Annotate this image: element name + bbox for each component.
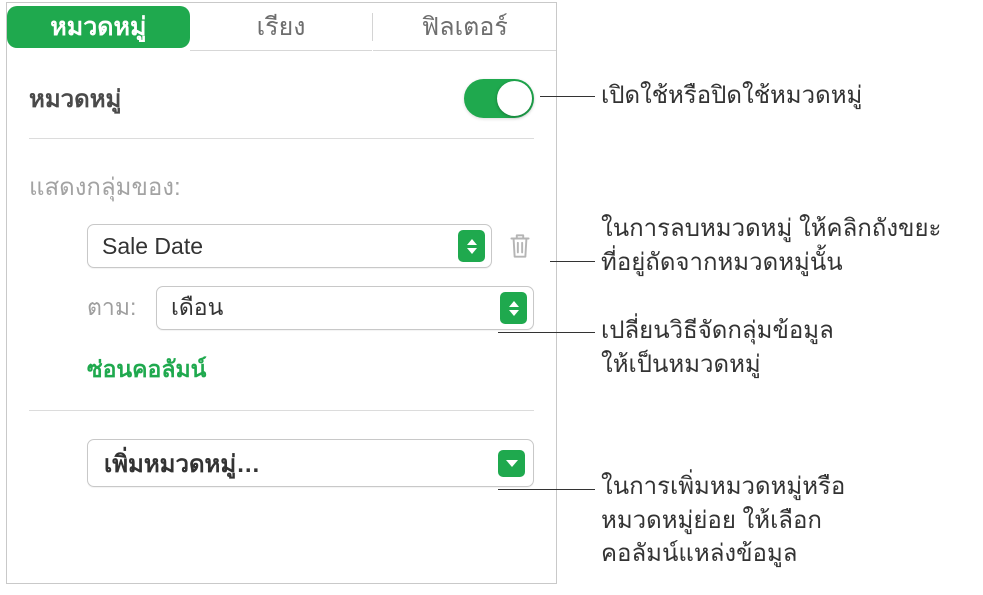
leader-line xyxy=(498,332,595,333)
annotation-trash: ในการลบหมวดหมู่ ให้คลิกถังขยะ ที่อยู่ถัด… xyxy=(601,212,941,279)
add-category-label: เพิ่มหมวดหมู่… xyxy=(104,444,498,483)
annotation-group-by: เปลี่ยนวิธีจัดกลุ่มข้อมูล ให้เป็นหมวดหมู… xyxy=(601,314,834,381)
group-by-select[interactable]: เดือน xyxy=(156,286,534,330)
group-of-label: แสดงกลุ่มของ: xyxy=(29,167,534,206)
categories-section: หมวดหมู่ แสดงกลุ่มของ: Sale Date ตาม: xyxy=(7,51,556,411)
tab-sort[interactable]: เรียง xyxy=(190,3,373,51)
tab-categories[interactable]: หมวดหมู่ xyxy=(7,6,190,48)
chevron-down-icon xyxy=(498,450,525,477)
primary-category-select[interactable]: Sale Date xyxy=(87,224,492,268)
leader-line xyxy=(540,96,595,97)
group-by-row: ตาม: เดือน xyxy=(29,286,534,330)
tabs: หมวดหมู่ เรียง ฟิลเตอร์ xyxy=(7,3,556,51)
hide-column-label: ซ่อนคอลัมน์ xyxy=(87,356,206,382)
hide-column-button[interactable]: ซ่อนคอลัมน์ xyxy=(29,352,534,388)
toggle-label: หมวดหมู่ xyxy=(29,79,121,118)
updown-icon xyxy=(500,292,527,324)
toggle-row: หมวดหมู่ xyxy=(29,71,534,139)
leader-line xyxy=(498,489,595,490)
toggle-knob xyxy=(497,81,532,116)
updown-icon xyxy=(458,230,485,262)
tab-label: ฟิลเตอร์ xyxy=(422,7,508,47)
annotation-add-category: ในการเพิ่มหมวดหมู่หรือ หมวดหมู่ย่อย ให้เ… xyxy=(601,470,845,571)
inspector-panel: หมวดหมู่ เรียง ฟิลเตอร์ หมวดหมู่ แสดงกลุ… xyxy=(6,2,557,584)
add-category-select[interactable]: เพิ่มหมวดหมู่… xyxy=(87,439,534,487)
categories-toggle[interactable] xyxy=(464,79,534,118)
leader-line xyxy=(550,261,595,262)
select-value: เดือน xyxy=(171,290,500,326)
tab-label: หมวดหมู่ xyxy=(50,7,146,47)
trash-svg xyxy=(507,231,533,261)
tab-filter[interactable]: ฟิลเตอร์ xyxy=(373,3,556,51)
primary-category-row: Sale Date xyxy=(29,224,534,268)
trash-icon[interactable] xyxy=(506,230,534,262)
annotation-toggle: เปิดใช้หรือปิดใช้หมวดหมู่ xyxy=(601,79,862,113)
tab-label: เรียง xyxy=(257,7,306,47)
divider xyxy=(29,410,534,411)
by-label: ตาม: xyxy=(87,290,142,326)
select-value: Sale Date xyxy=(102,233,458,260)
